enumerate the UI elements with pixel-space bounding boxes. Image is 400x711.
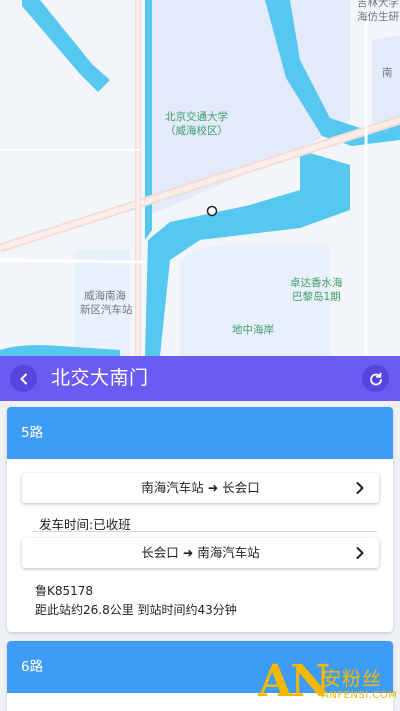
map-label-bus-station-2: 新区汽车站: [80, 304, 133, 316]
map-label-estate-2: 巴黎岛1期: [292, 291, 341, 303]
station-header: 北交大南门: [0, 356, 400, 401]
map-label-estate: 卓达香水海: [290, 277, 343, 289]
location-marker-icon: [206, 205, 218, 217]
bus-plate: 鲁K85178: [35, 584, 94, 598]
map-label-bus-station: 威海南海: [84, 290, 126, 302]
bus-eta: 距此站约26.8公里 到站时间约43分钟: [35, 603, 237, 617]
route-card: 5路 南海汽车站 ➜ 长会口 发车时间:已收班 长会口 ➜ 南海汽车站 鲁K85…: [7, 407, 393, 632]
map-label-coast: 地中海岸: [232, 324, 274, 336]
chevron-right-icon: [356, 482, 364, 494]
map-view[interactable]: 北京交通大学 （威海校区） 吉林大学 海仿生研 南 威海南海 新区汽车站 卓达香…: [0, 0, 400, 356]
map-label-campus: 北京交通大学: [165, 111, 228, 123]
map-label-top-right-2: 海仿生研: [357, 11, 399, 23]
route-name[interactable]: 5路: [7, 407, 393, 459]
direction-label: 长会口 ➜ 南海汽车站: [141, 545, 260, 560]
divider: [32, 531, 377, 532]
map-label-campus-sub: （威海校区）: [165, 125, 228, 137]
map-label-top-right: 吉林大学: [357, 0, 399, 9]
refresh-icon: [369, 372, 382, 385]
refresh-button[interactable]: [362, 365, 389, 392]
direction-button[interactable]: 南海汽车站 ➜ 长会口: [22, 473, 379, 503]
direction-button[interactable]: 长会口 ➜ 南海汽车站: [22, 538, 379, 568]
chevron-right-icon: [356, 547, 364, 559]
watermark-an: AN: [258, 656, 330, 707]
watermark-cn: 安粉丝: [322, 668, 383, 690]
back-button[interactable]: [10, 365, 37, 392]
chevron-left-icon: [20, 373, 27, 384]
watermark-en: ANFENSI.COM: [322, 690, 398, 701]
direction-label: 南海汽车站 ➜ 长会口: [141, 480, 260, 495]
map-label-right-edge: 南: [382, 67, 393, 79]
watermark-logo: AN 安粉丝 ANFENSI.COM: [258, 658, 400, 711]
station-title: 北交大南门: [51, 367, 149, 389]
